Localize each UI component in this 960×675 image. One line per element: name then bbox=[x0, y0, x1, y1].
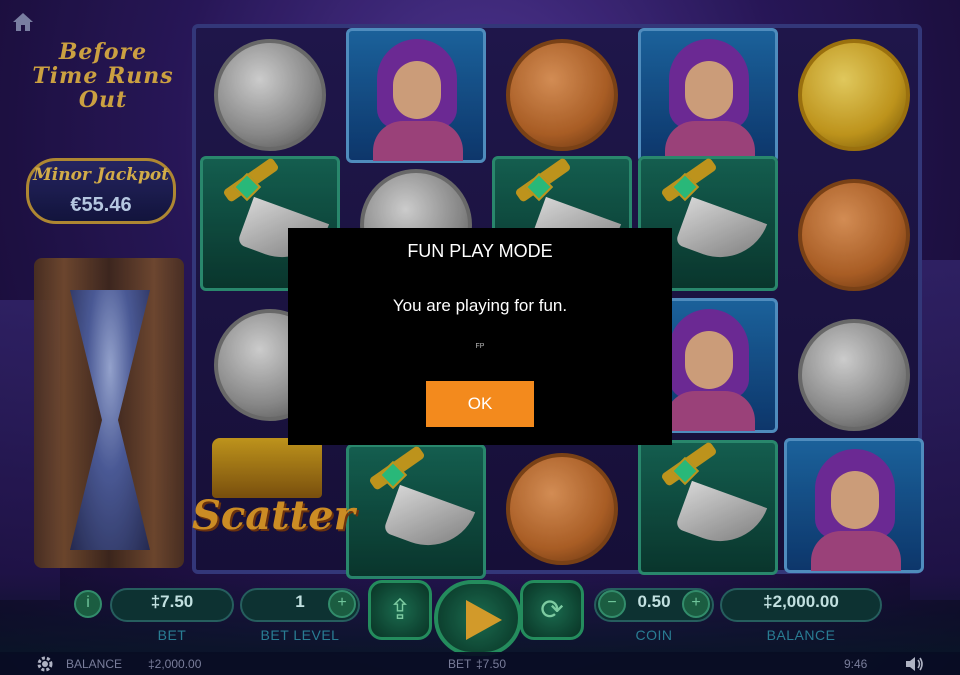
dialog-message: You are playing for fun. bbox=[392, 296, 568, 315]
dialog-title: FUN PLAY MODE bbox=[407, 241, 553, 261]
dialog-code: FP bbox=[475, 343, 485, 350]
ok-button[interactable]: OK bbox=[426, 381, 534, 427]
fun-play-dialog: FUN PLAY MODE You are playing for fun. F… bbox=[288, 228, 672, 445]
